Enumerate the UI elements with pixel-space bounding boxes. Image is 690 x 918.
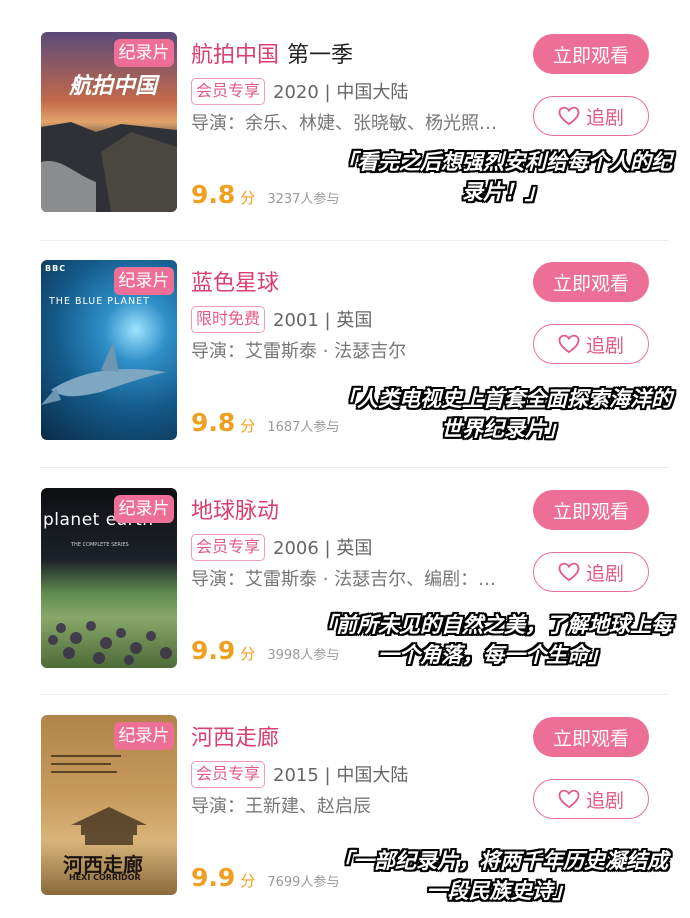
- year-region: 2001 | 英国: [273, 310, 373, 331]
- title-text: 航拍中国: [191, 43, 280, 68]
- director-text: 导演：王新建、赵启辰: [191, 796, 371, 817]
- score-value: 9.9: [191, 863, 236, 892]
- category-tag: 纪录片: [114, 495, 174, 523]
- follow-button[interactable]: 追剧: [533, 324, 649, 364]
- score-value: 9.9: [191, 636, 236, 665]
- follow-label: 追剧: [585, 563, 624, 585]
- divider: [40, 694, 668, 695]
- heart-icon: [558, 789, 580, 809]
- director-text: 导演：余乐、林婕、张晓敏、杨光照…: [191, 113, 497, 134]
- quote-line: 录片！」: [462, 180, 546, 204]
- season-text: 第一季: [287, 43, 354, 68]
- meta-row: 会员专享 2015 | 中国大陆: [191, 760, 408, 788]
- documentary-item[interactable]: 河西走廊 HEXI CORRIDOR 纪录片 河西走廊 会员专享 2015 | …: [0, 715, 690, 918]
- score-value: 9.8: [191, 408, 236, 437]
- watch-now-button[interactable]: 立即观看: [533, 34, 649, 74]
- divider: [40, 467, 668, 468]
- year-region: 2020 | 中国大陆: [273, 82, 409, 103]
- quote-caption: 「人类电视史上首套全面探索海洋的 世界纪录片」: [336, 384, 672, 444]
- participants-count: 1687人参与: [267, 420, 340, 435]
- quote-line: 「一部纪录片，将两千年历史凝结成: [332, 849, 668, 873]
- title[interactable]: 航拍中国 第一季: [191, 37, 353, 69]
- heart-icon: [558, 562, 580, 582]
- rating: 9.8 分 1687人参与: [191, 408, 339, 437]
- watch-now-button[interactable]: 立即观看: [533, 490, 649, 530]
- rating: 9.8 分 3237人参与: [191, 180, 339, 209]
- category-tag: 纪录片: [114, 39, 174, 67]
- poster-image[interactable]: planet earth THE COMPLETE SERIES 纪录片: [41, 488, 177, 668]
- title-text: 蓝色星球: [191, 271, 280, 296]
- heart-icon: [558, 106, 580, 126]
- quote-line: 「前所未见的自然之美，了解地球上每: [315, 613, 672, 637]
- member-badge: 会员专享: [191, 760, 266, 788]
- heart-icon: [558, 334, 580, 354]
- year-region: 2006 | 英国: [273, 538, 373, 559]
- category-tag: 纪录片: [114, 267, 174, 295]
- follow-button[interactable]: 追剧: [533, 552, 649, 592]
- score-unit: 分: [240, 872, 256, 890]
- director-text: 导演：艾雷斯泰 · 法瑟吉尔、编剧：…: [191, 569, 497, 590]
- rating: 9.9 分 7699人参与: [191, 863, 339, 892]
- quote-caption: 「前所未见的自然之美，了解地球上每 一个角落，每一个生命」: [315, 610, 672, 670]
- quote-caption: 「看完之后想强烈安利给每个人的纪 录片！」: [336, 147, 672, 207]
- follow-button[interactable]: 追剧: [533, 96, 649, 136]
- category-tag: 纪录片: [114, 722, 174, 750]
- poster-title-text: 航拍中国: [69, 73, 158, 99]
- documentary-item[interactable]: 航拍中国 纪录片 航拍中国 第一季 会员专享 2020 | 中国大陆 导演：余乐、…: [0, 32, 690, 259]
- meta-row: 会员专享 2020 | 中国大陆: [191, 77, 408, 105]
- follow-button[interactable]: 追剧: [533, 779, 649, 819]
- member-badge: 会员专享: [191, 77, 266, 105]
- quote-line: 一个角落，每一个生命」: [378, 643, 609, 667]
- follow-label: 追剧: [585, 107, 624, 129]
- quote-caption: 「一部纪录片，将两千年历史凝结成 一段民族史诗」: [332, 846, 668, 906]
- quote-line: 「人类电视史上首套全面探索海洋的: [336, 387, 672, 411]
- title[interactable]: 地球脉动: [191, 493, 279, 525]
- watch-now-button[interactable]: 立即观看: [533, 262, 649, 302]
- director-text: 导演：艾雷斯泰 · 法瑟吉尔: [191, 341, 407, 362]
- participants-count: 7699人参与: [267, 875, 340, 890]
- meta-row: 限时免费 2001 | 英国: [191, 305, 372, 333]
- quote-line: 世界纪录片」: [441, 417, 567, 441]
- member-badge: 会员专享: [191, 533, 266, 561]
- title[interactable]: 河西走廊: [191, 720, 279, 752]
- documentary-item[interactable]: BBC THE BLUE PLANET 纪录片 蓝色星球 限时免费 2001 |…: [0, 260, 690, 487]
- quote-line: 「看完之后想强烈安利给每个人的纪: [336, 150, 672, 174]
- follow-label: 追剧: [585, 335, 624, 357]
- score-value: 9.8: [191, 180, 236, 209]
- meta-row: 会员专享 2006 | 英国: [191, 533, 372, 561]
- participants-count: 3237人参与: [267, 192, 340, 207]
- title-text: 河西走廊: [191, 726, 280, 751]
- poster-image[interactable]: 航拍中国 纪录片: [41, 32, 177, 212]
- poster-image[interactable]: 河西走廊 HEXI CORRIDOR 纪录片: [41, 715, 177, 895]
- poster-image[interactable]: BBC THE BLUE PLANET 纪录片: [41, 260, 177, 440]
- follow-label: 追剧: [585, 790, 624, 812]
- free-badge: 限时免费: [191, 305, 266, 333]
- title[interactable]: 蓝色星球: [191, 265, 279, 297]
- score-unit: 分: [240, 417, 256, 435]
- score-unit: 分: [240, 189, 256, 207]
- title-text: 地球脉动: [191, 499, 280, 524]
- score-unit: 分: [240, 645, 256, 663]
- quote-line: 一段民族史诗」: [426, 879, 574, 903]
- watch-now-button[interactable]: 立即观看: [533, 717, 649, 757]
- divider: [40, 240, 668, 241]
- poster-subtitle: HEXI CORRIDOR: [69, 873, 141, 882]
- documentary-item[interactable]: planet earth THE COMPLETE SERIES 纪录片 地球脉…: [0, 488, 690, 715]
- year-region: 2015 | 中国大陆: [273, 765, 409, 786]
